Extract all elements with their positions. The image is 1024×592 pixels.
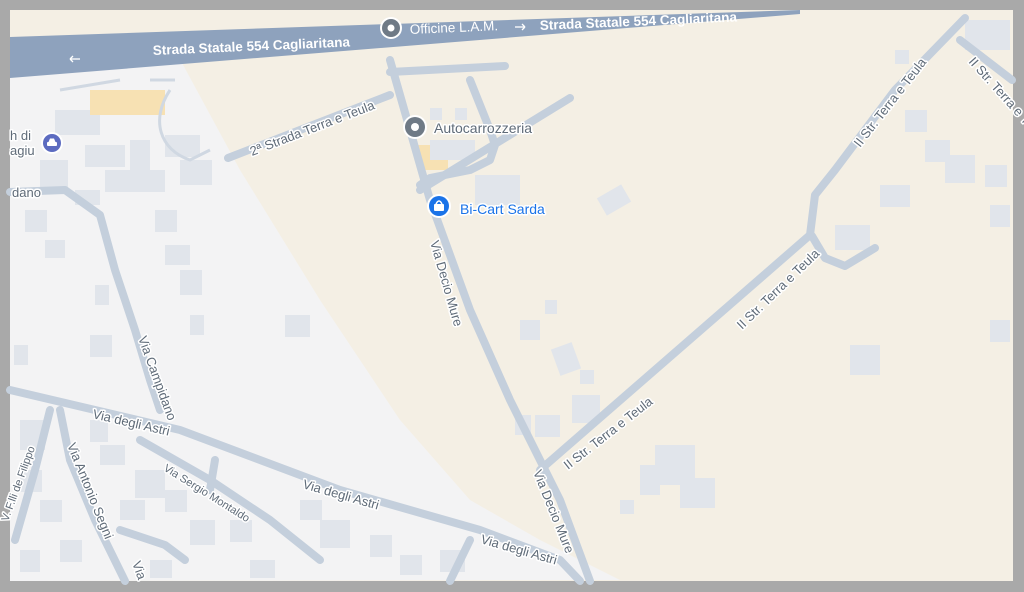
building-beige <box>90 90 165 115</box>
map-frame: Strada Statale 554 Cagliaritana Strada S… <box>0 0 1024 592</box>
poi-label: Autocarrozzeria <box>434 120 532 136</box>
map-canvas[interactable]: Strada Statale 554 Cagliaritana Strada S… <box>0 0 1024 592</box>
poi-label: Bi-Cart Sarda <box>460 201 545 217</box>
label-via-campidano-cut: dano <box>12 185 41 200</box>
partial-poi-line2: agiu <box>10 143 35 158</box>
partial-poi-line1: h di <box>10 128 31 143</box>
